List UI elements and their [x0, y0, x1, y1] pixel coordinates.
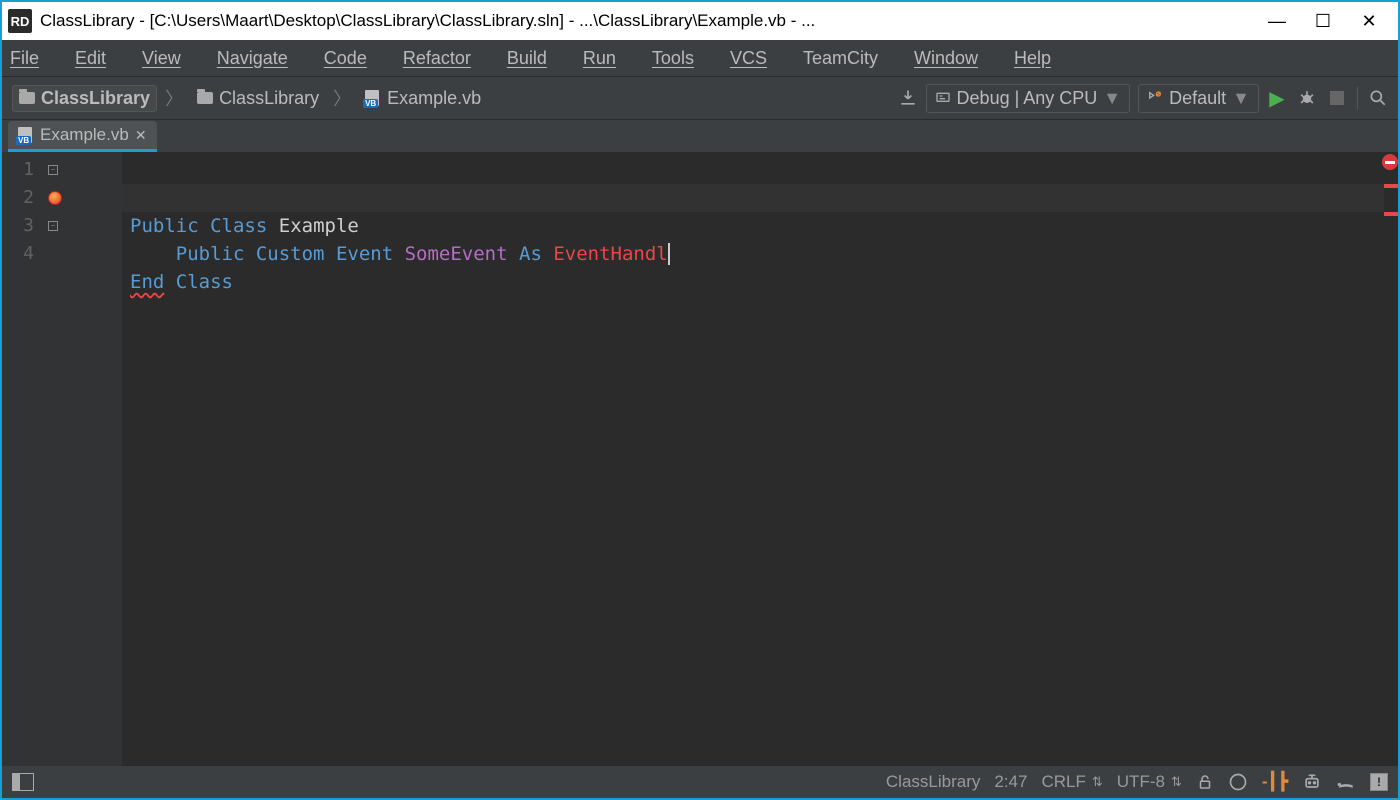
line-number[interactable]: 1 — [2, 156, 42, 184]
code-text-area[interactable]: Public Class Example Public Custom Event… — [122, 152, 1398, 766]
menu-build[interactable]: Build — [507, 48, 565, 69]
menu-refactor[interactable]: Refactor — [403, 48, 489, 69]
notifications-icon[interactable] — [1336, 772, 1356, 792]
fold-end-icon[interactable]: − — [48, 221, 58, 231]
menu-code[interactable]: Code — [324, 48, 385, 69]
teamcity-status-icon[interactable]: -┃┣ — [1262, 772, 1288, 792]
fold-icon[interactable]: − — [48, 165, 58, 175]
menu-file[interactable]: File — [10, 48, 57, 69]
line-number-gutter: 1 2 3 4 — [2, 152, 42, 766]
menu-teamcity[interactable]: TeamCity — [803, 48, 896, 69]
status-line-col[interactable]: 2:47 — [994, 772, 1027, 792]
line-number[interactable]: 2 — [2, 184, 42, 212]
status-line-separator[interactable]: CRLF — [1041, 772, 1102, 792]
error-marker[interactable] — [1384, 212, 1398, 216]
chevron-down-icon: ▼ — [1103, 88, 1121, 109]
breadcrumb-label: ClassLibrary — [41, 88, 150, 109]
stop-button[interactable] — [1327, 88, 1347, 108]
menu-bar: File Edit View Navigate Code Refactor Bu… — [2, 40, 1398, 76]
run-button[interactable]: ▶ — [1267, 88, 1287, 108]
tab-example-vb[interactable]: VB Example.vb ✕ — [8, 121, 157, 152]
error-marker[interactable] — [1384, 184, 1398, 188]
menu-window[interactable]: Window — [914, 48, 996, 69]
run-profile-label: Default — [1169, 88, 1226, 109]
menu-tools[interactable]: Tools — [652, 48, 712, 69]
breadcrumb-solution[interactable]: ClassLibrary — [12, 85, 157, 112]
status-bar: ClassLibrary 2:47 CRLF UTF-8 -┃┣ ! — [2, 766, 1398, 798]
chevron-right-icon: 〉 — [333, 85, 351, 111]
editor: 1 2 3 4 − − Public Class Example Public … — [2, 152, 1398, 766]
event-log-alert-icon[interactable]: ! — [1370, 773, 1388, 791]
window-title: ClassLibrary - [C:\Users\Maart\Desktop\C… — [40, 11, 815, 31]
tool-windows-toggle-icon[interactable] — [12, 773, 34, 791]
line-number[interactable]: 4 — [2, 240, 42, 268]
folder-icon — [197, 92, 213, 104]
app-icon: RD — [8, 9, 32, 33]
menu-navigate[interactable]: Navigate — [217, 48, 306, 69]
menu-run[interactable]: Run — [583, 48, 634, 69]
configuration-selector[interactable]: Debug | Any CPU ▼ — [926, 84, 1131, 113]
search-button[interactable] — [1368, 88, 1388, 108]
menu-help[interactable]: Help — [1014, 48, 1069, 69]
breadcrumb-project[interactable]: ClassLibrary — [191, 86, 325, 111]
titlebar: RD ClassLibrary - [C:\Users\Maart\Deskto… — [2, 2, 1398, 40]
maximize-button[interactable]: ☐ — [1300, 11, 1346, 32]
vb-file-icon: VB — [365, 90, 381, 106]
breadcrumb-label: ClassLibrary — [219, 88, 319, 109]
minimize-button[interactable]: — — [1254, 11, 1300, 32]
error-indicator-icon[interactable] — [1382, 154, 1398, 170]
menu-edit[interactable]: Edit — [75, 48, 124, 69]
chevron-right-icon: 〉 — [165, 85, 183, 111]
configuration-label: Debug | Any CPU — [957, 88, 1098, 109]
toolbar: ClassLibrary 〉 ClassLibrary 〉 VB Example… — [2, 76, 1398, 120]
debug-button[interactable] — [1297, 88, 1317, 108]
error-stripe — [1384, 152, 1398, 766]
tab-label: Example.vb — [40, 125, 129, 145]
menu-view[interactable]: View — [142, 48, 199, 69]
bot-icon[interactable] — [1302, 772, 1322, 792]
icon-gutter: − − — [42, 152, 122, 766]
breadcrumb-file[interactable]: VB Example.vb — [359, 86, 487, 111]
line-number[interactable]: 3 — [2, 212, 42, 240]
editor-tabs: VB Example.vb ✕ — [2, 120, 1398, 152]
run-profile-selector[interactable]: Default ▼ — [1138, 84, 1259, 113]
breadcrumb-label: Example.vb — [387, 88, 481, 109]
close-tab-icon[interactable]: ✕ — [135, 127, 147, 144]
inspection-indicator-icon[interactable] — [1228, 772, 1248, 792]
status-encoding[interactable]: UTF-8 — [1117, 772, 1182, 792]
folder-icon — [19, 92, 35, 104]
lightbulb-icon[interactable] — [48, 191, 62, 205]
close-window-button[interactable]: ✕ — [1346, 11, 1392, 32]
build-icon[interactable] — [898, 88, 918, 108]
vb-file-icon: VB — [18, 127, 34, 143]
menu-vcs[interactable]: VCS — [730, 48, 785, 69]
chevron-down-icon: ▼ — [1232, 88, 1250, 109]
readonly-lock-icon[interactable] — [1196, 773, 1214, 791]
status-context[interactable]: ClassLibrary — [886, 772, 980, 792]
